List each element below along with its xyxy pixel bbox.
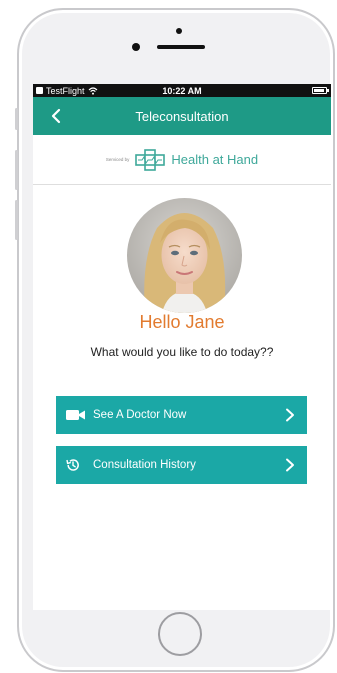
app-screen: TestFlight 10:22 AM Teleconsultation Ser…	[33, 84, 331, 610]
sponsor-prefix: Serviced by	[105, 157, 130, 162]
status-time: 10:22 AM	[162, 85, 202, 96]
prompt-text: What would you like to do today??	[90, 345, 274, 359]
mute-switch	[15, 108, 18, 130]
earpiece-speaker	[157, 45, 205, 49]
back-button[interactable]	[45, 105, 67, 127]
chevron-right-icon	[286, 408, 294, 422]
battery-icon	[312, 87, 329, 94]
proximity-sensor	[176, 28, 182, 34]
home-button[interactable]	[158, 612, 202, 656]
avatar	[127, 198, 242, 313]
status-bar: TestFlight 10:22 AM	[33, 84, 331, 97]
brand-name: Health at Hand	[171, 152, 259, 167]
page-title: Teleconsultation	[135, 108, 229, 124]
history-icon	[66, 458, 86, 472]
volume-down-button	[15, 200, 18, 240]
see-a-doctor-now-label: See A Doctor Now	[93, 409, 187, 421]
consultation-history-button[interactable]: Consultation History	[56, 446, 307, 484]
see-a-doctor-now-button[interactable]: See A Doctor Now	[56, 396, 307, 434]
sponsor-banner: Serviced by Health at Hand	[33, 135, 331, 185]
user-photo-icon	[127, 198, 242, 313]
consultation-history-label: Consultation History	[93, 459, 196, 471]
video-camera-icon	[66, 408, 86, 422]
front-camera	[132, 43, 140, 51]
battery-level	[314, 89, 324, 92]
volume-up-button	[15, 150, 18, 190]
chevron-left-icon	[51, 108, 61, 124]
chevron-right-icon	[286, 458, 294, 472]
nav-bar: Teleconsultation	[33, 97, 331, 135]
health-at-hand-logo-icon	[135, 148, 166, 171]
greeting: Hello Jane	[139, 312, 225, 332]
